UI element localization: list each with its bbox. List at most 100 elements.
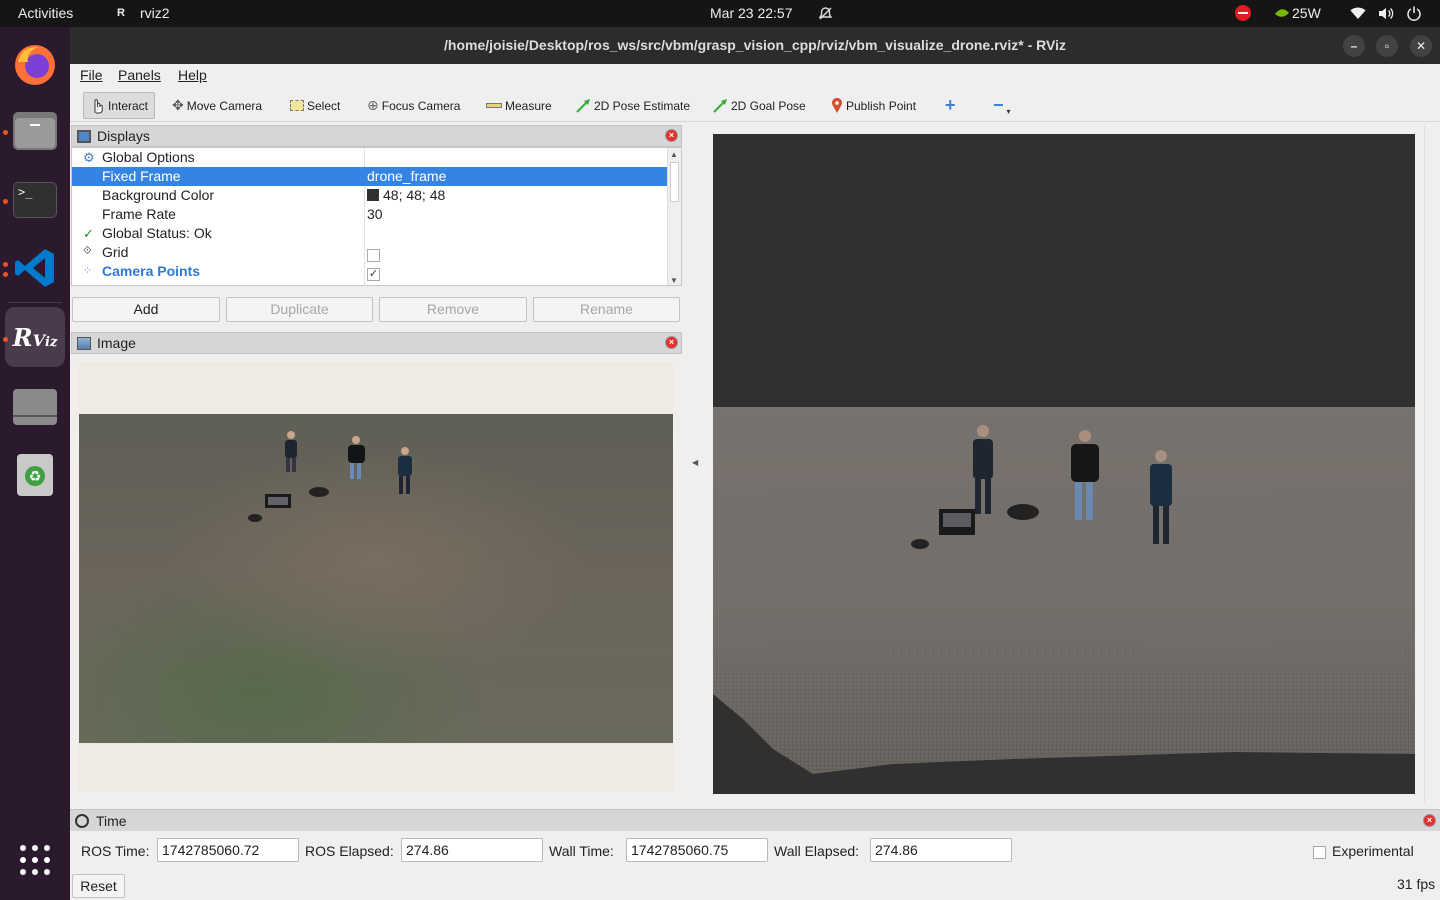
hand-pointer-icon xyxy=(94,98,103,113)
activities-button[interactable]: Activities xyxy=(18,5,73,21)
rename-button[interactable]: Rename xyxy=(533,297,680,322)
volume-icon[interactable] xyxy=(1378,6,1394,21)
green-arrow-icon xyxy=(713,98,727,113)
close-window-button[interactable]: ✕ xyxy=(1410,35,1432,57)
image-panel-header[interactable]: Image × xyxy=(71,332,682,354)
tree-row-background-color[interactable]: Background Color 48; 48; 48 xyxy=(72,186,668,205)
remove-tool-minus-icon[interactable]: − ▾ xyxy=(993,92,1011,119)
running-indicator xyxy=(3,130,8,135)
row-label: Global Status: Ok xyxy=(102,225,212,241)
collapse-left-arrow-icon[interactable]: ◀ xyxy=(692,458,698,467)
ros-time-label: ROS Time: xyxy=(81,843,150,859)
add-display-button[interactable]: Add xyxy=(72,297,220,322)
vscode-icon[interactable] xyxy=(5,238,65,298)
grid-checkbox[interactable] xyxy=(367,246,380,262)
ros-elapsed-label: ROS Elapsed: xyxy=(305,843,394,859)
add-tool-plus-icon[interactable]: + xyxy=(945,92,956,119)
color-value-text: 48; 48; 48 xyxy=(383,187,446,203)
show-apps-grid-icon[interactable] xyxy=(5,830,65,890)
tree-row-grid[interactable]: ⟐ Grid xyxy=(72,243,668,262)
experimental-label: Experimental xyxy=(1332,843,1414,859)
focus-camera-tool[interactable]: ⊕ Focus Camera xyxy=(367,92,460,119)
move-camera-label: Move Camera xyxy=(186,98,263,113)
minimize-button[interactable]: – xyxy=(1343,35,1365,57)
publish-point-tool[interactable]: Publish Point xyxy=(831,92,916,119)
tree-scrollbar[interactable]: ▲ ▼ xyxy=(667,148,681,285)
terminal-icon[interactable]: >_ xyxy=(5,170,65,230)
image-title: Image xyxy=(97,335,136,351)
drone-camera-image xyxy=(79,414,673,743)
interact-label: Interact xyxy=(108,98,149,113)
frame-rate-value[interactable]: 30 xyxy=(367,206,383,222)
remove-button[interactable]: Remove xyxy=(379,297,527,322)
grid-icon: ⟐ xyxy=(83,245,92,257)
menu-file[interactable]: File xyxy=(80,67,103,83)
tree-row-global-status[interactable]: ✓ Global Status: Ok xyxy=(72,224,668,243)
menu-panels[interactable]: Panels xyxy=(118,67,161,83)
app-menu-label[interactable]: rviz2 xyxy=(140,5,170,21)
ros-elapsed-field[interactable]: 274.86 xyxy=(401,838,543,862)
dock-separator xyxy=(8,302,62,303)
row-label: Global Options xyxy=(102,149,195,165)
3d-render-viewport[interactable] xyxy=(713,134,1415,794)
wifi-icon[interactable] xyxy=(1350,7,1366,20)
scroll-down-icon[interactable]: ▼ xyxy=(670,276,678,285)
close-panel-icon[interactable]: × xyxy=(665,336,678,349)
row-label: Frame Rate xyxy=(102,206,176,222)
camera-points-checkbox[interactable]: ✓ xyxy=(367,265,380,281)
running-indicator xyxy=(3,262,8,267)
maximize-button[interactable]: ▫ xyxy=(1376,35,1398,57)
gear-icon: ⚙ xyxy=(83,150,95,165)
viewport-scrollbar[interactable] xyxy=(1424,126,1438,802)
window-title: /home/joisie/Desktop/ros_ws/src/vbm/gras… xyxy=(444,37,1066,53)
measure-tool[interactable]: Measure xyxy=(486,92,552,119)
reset-button[interactable]: Reset xyxy=(72,874,125,898)
tree-row-global-options[interactable]: ⚙ Global Options xyxy=(72,148,668,167)
2d-goal-pose-tool[interactable]: 2D Goal Pose xyxy=(713,92,806,119)
fps-counter: 31 fps xyxy=(1397,876,1436,892)
experimental-checkbox[interactable] xyxy=(1313,844,1326,860)
displays-tree[interactable]: ⚙ Global Options Fixed Frame drone_frame… xyxy=(71,147,682,286)
focus-camera-label: Focus Camera xyxy=(381,98,461,113)
menu-help[interactable]: Help xyxy=(178,67,207,83)
do-not-disturb-icon[interactable] xyxy=(1235,5,1251,21)
window-title-bar[interactable]: /home/joisie/Desktop/ros_ws/src/vbm/gras… xyxy=(70,27,1440,64)
green-arrow-icon xyxy=(576,98,590,113)
ruler-icon xyxy=(486,103,502,108)
duplicate-button[interactable]: Duplicate xyxy=(226,297,373,322)
2d-pose-estimate-tool[interactable]: 2D Pose Estimate xyxy=(576,92,690,119)
wall-elapsed-field[interactable]: 274.86 xyxy=(870,838,1012,862)
close-panel-icon[interactable]: × xyxy=(1423,814,1436,827)
tree-row-camera-points[interactable]: ⁘ Camera Points ✓ xyxy=(72,262,668,281)
files-icon[interactable] xyxy=(5,101,65,161)
rviz-icon[interactable]: RViz xyxy=(5,307,65,367)
scroll-up-icon[interactable]: ▲ xyxy=(670,150,678,159)
row-label: Background Color xyxy=(102,187,215,203)
fixed-frame-value[interactable]: drone_frame xyxy=(367,168,446,184)
power-icon[interactable] xyxy=(1406,5,1422,21)
disk-drive-icon[interactable] xyxy=(5,377,65,437)
ros-time-field[interactable]: 1742785060.72 xyxy=(157,838,299,862)
firefox-icon[interactable] xyxy=(5,35,65,95)
move-camera-tool[interactable]: ✥ Move Camera xyxy=(172,92,262,119)
scrollbar-thumb[interactable] xyxy=(670,162,679,202)
tree-row-fixed-frame[interactable]: Fixed Frame drone_frame xyxy=(72,167,668,186)
time-panel-header[interactable]: Time × xyxy=(70,809,1440,831)
clock[interactable]: Mar 23 22:57 xyxy=(710,5,793,21)
tool-bar: Interact ✥ Move Camera Select ⊕ Focus Ca… xyxy=(70,88,1440,122)
displays-panel-header[interactable]: Displays × xyxy=(71,125,682,147)
monitor-icon xyxy=(77,130,91,143)
background-color-value[interactable]: 48; 48; 48 xyxy=(367,187,445,203)
close-panel-icon[interactable]: × xyxy=(665,129,678,142)
move-arrows-icon: ✥ xyxy=(172,97,184,113)
notifications-muted-icon xyxy=(818,7,833,20)
wall-elapsed-label: Wall Elapsed: xyxy=(774,843,860,859)
wall-time-field[interactable]: 1742785060.75 xyxy=(626,838,768,862)
running-indicator xyxy=(3,272,8,277)
point-cloud-render xyxy=(713,407,1415,774)
tree-row-frame-rate[interactable]: Frame Rate 30 xyxy=(72,205,668,224)
interact-tool[interactable]: Interact xyxy=(83,92,156,119)
trash-icon[interactable]: ♻ xyxy=(5,445,65,505)
gpu-power-label[interactable]: 25W xyxy=(1292,5,1321,21)
select-tool[interactable]: Select xyxy=(290,92,340,119)
